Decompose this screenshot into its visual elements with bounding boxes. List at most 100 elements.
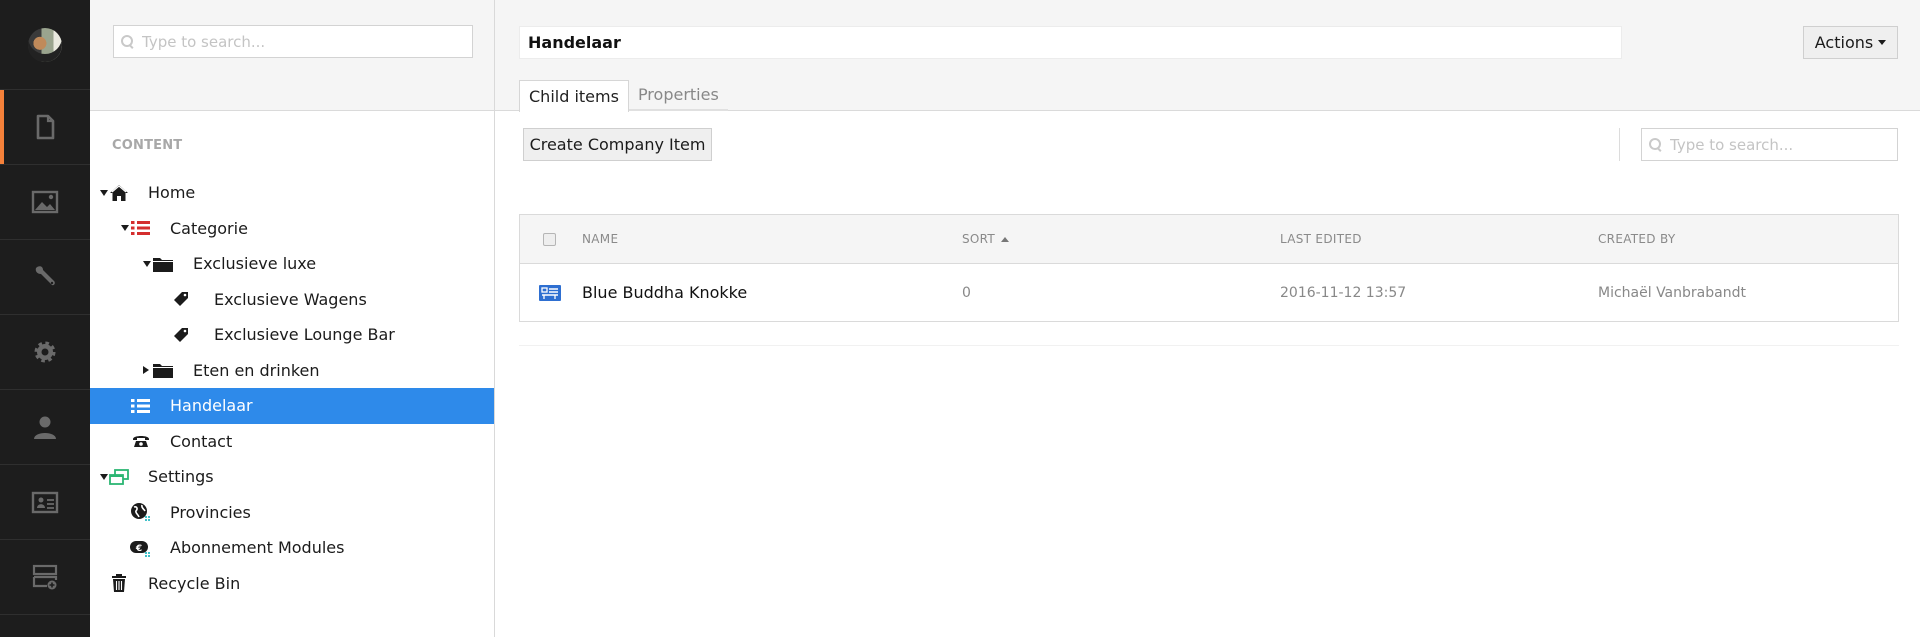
list-toolbar: Create Company Item [495, 111, 1920, 175]
avatar-container [0, 0, 90, 90]
section-bar [0, 0, 90, 637]
tree-nodes: Home Categorie Exclusieve luxe Exclusieve W… [90, 175, 494, 601]
section-forms[interactable] [0, 540, 90, 615]
tree-node-label: Provincies [170, 502, 251, 522]
list-search-input[interactable] [1670, 135, 1897, 154]
tree-node-exclusieve-wagens[interactable]: Exclusieve Wagens [90, 282, 494, 318]
tree-section-title: CONTENT [112, 138, 183, 153]
column-name-label: NAME [582, 232, 619, 246]
section-content[interactable] [0, 90, 90, 165]
tree-node-eten-en-drinken[interactable]: Eten en drinken [90, 353, 494, 389]
svg-text:€: € [135, 544, 142, 554]
row-sort: 0 [962, 284, 971, 301]
column-last-edited-label: LAST EDITED [1280, 232, 1362, 246]
row-created-by: Michaël Vanbrabandt [1598, 284, 1746, 301]
tree-header [90, 0, 494, 111]
wrench-icon [35, 266, 55, 286]
home-icon [108, 183, 130, 203]
tree-node-label: Contact [170, 431, 233, 451]
toolbar-divider [1619, 128, 1620, 161]
tab-properties[interactable]: Properties [628, 80, 728, 111]
tree-node-contact[interactable]: Contact [90, 424, 494, 460]
create-company-item-button[interactable]: Create Company Item [523, 128, 712, 161]
image-icon [31, 190, 59, 214]
column-created-by[interactable]: CREATED BY [1598, 215, 1675, 263]
select-all-cell [543, 215, 556, 263]
folder-icon [152, 254, 174, 274]
node-name-input[interactable]: Handelaar [519, 26, 1622, 59]
tag-icon [170, 325, 192, 345]
list-icon [130, 396, 152, 416]
tree-node-label: Categorie [170, 218, 248, 238]
windows-icon [108, 467, 130, 487]
caret-down-icon[interactable] [121, 225, 129, 232]
table-footer-divider [519, 345, 1899, 346]
caret-down-icon[interactable] [143, 260, 151, 267]
euro-icon: € [130, 538, 152, 558]
section-developer[interactable] [0, 240, 90, 315]
tree-node-handelaar[interactable]: Handelaar [90, 388, 494, 424]
section-users[interactable] [0, 390, 90, 465]
caret-down-icon [1878, 40, 1887, 45]
tree-node-settings[interactable]: Settings [90, 459, 494, 495]
tree-node-label: Exclusieve Wagens [214, 289, 367, 309]
tree-node-label: Handelaar [170, 396, 253, 416]
section-media[interactable] [0, 165, 90, 240]
column-sort-label: SORT [962, 232, 996, 246]
tree-node-categorie[interactable]: Categorie [90, 211, 494, 247]
tree-node-label: Settings [148, 467, 214, 487]
editor-tabs: Child items Properties [519, 80, 728, 112]
trash-icon [108, 573, 130, 593]
user-icon [34, 416, 56, 439]
caret-down-icon[interactable] [100, 189, 108, 196]
column-created-by-label: CREATED BY [1598, 232, 1676, 246]
gear-icon [34, 341, 56, 363]
list-search[interactable] [1641, 128, 1898, 161]
sort-ascending-icon [1001, 236, 1010, 242]
tree-node-label: Home [148, 183, 196, 203]
caret-down-icon[interactable] [100, 473, 108, 480]
section-members[interactable] [0, 465, 90, 540]
globe-icon [130, 502, 152, 522]
caret-right-icon[interactable] [143, 366, 149, 375]
child-items-table: NAME SORT LAST EDITED CREATED BY Blue Bu… [519, 214, 1899, 322]
tree-node-label: Eten en drinken [193, 360, 320, 380]
table-row[interactable]: Blue Buddha Knokke 0 2016-11-12 13:57 Mi… [520, 264, 1898, 321]
list-icon [130, 218, 152, 238]
folder-icon [152, 360, 174, 380]
tree-node-label: Exclusieve luxe [193, 254, 317, 274]
column-last-edited[interactable]: LAST EDITED [1280, 215, 1362, 263]
tree-node-label: Recycle Bin [148, 573, 241, 593]
tree-node-exclusieve-lounge-bar[interactable]: Exclusieve Lounge Bar [90, 317, 494, 353]
row-icon-cell [539, 264, 561, 321]
tree-node-home[interactable]: Home [90, 175, 494, 211]
column-name[interactable]: NAME [582, 215, 618, 263]
phone-icon [130, 431, 152, 451]
tree-node-abonnement-modules[interactable]: € Abonnement Modules [90, 530, 494, 566]
content-tree-panel: CONTENT Home Categorie Exclusieve luxe Excl… [90, 0, 495, 637]
actions-button[interactable]: Actions [1803, 26, 1898, 59]
tab-child-items[interactable]: Child items [519, 80, 629, 112]
tree-search-input[interactable] [142, 32, 472, 51]
tree-search[interactable] [113, 25, 473, 58]
table-header: NAME SORT LAST EDITED CREATED BY [520, 215, 1898, 264]
column-sort[interactable]: SORT [962, 215, 1010, 263]
company-card-icon [539, 284, 561, 301]
section-settings[interactable] [0, 315, 90, 390]
search-icon [1649, 138, 1662, 151]
select-all-checkbox[interactable] [543, 232, 556, 246]
avatar[interactable] [28, 27, 62, 62]
tree-node-recycle-bin[interactable]: Recycle Bin [90, 566, 494, 602]
tree-node-provincies[interactable]: Provincies [90, 495, 494, 531]
form-add-icon [32, 564, 58, 590]
tree-node-label: Abonnement Modules [170, 538, 345, 558]
tag-icon [170, 289, 192, 309]
editor-panel: Handelaar Actions Child items Properties… [495, 0, 1920, 637]
document-icon [36, 114, 55, 140]
tree-node-label: Exclusieve Lounge Bar [214, 325, 395, 345]
tree-node-exclusieve-luxe[interactable]: Exclusieve luxe [90, 246, 494, 282]
editor-header: Handelaar Actions Child items Properties [495, 0, 1920, 112]
actions-label: Actions [1814, 33, 1874, 52]
row-last-edited: 2016-11-12 13:57 [1280, 284, 1407, 301]
row-name[interactable]: Blue Buddha Knokke [582, 264, 747, 321]
